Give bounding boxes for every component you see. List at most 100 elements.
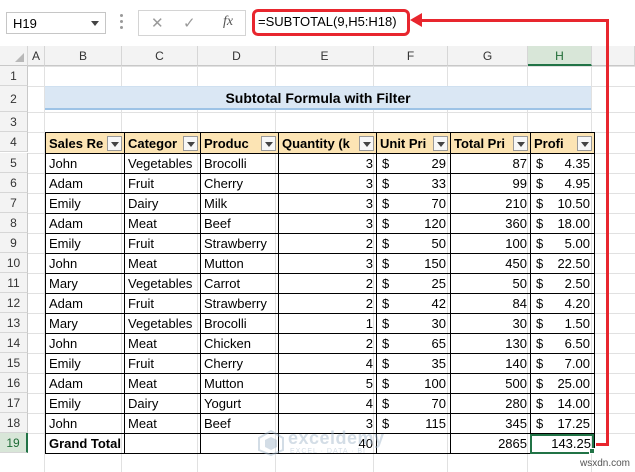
row-header-15[interactable]: 15 <box>0 353 28 373</box>
table-cell-currency[interactable]: $6.50 <box>529 333 595 354</box>
table-cell-currency[interactable]: $18.00 <box>529 213 595 234</box>
table-cell[interactable]: 84 <box>449 293 531 314</box>
table-cell[interactable]: 3 <box>277 253 377 274</box>
table-cell[interactable]: Mary <box>45 313 125 334</box>
table-cell-currency[interactable]: $10.50 <box>529 193 595 214</box>
insert-function-icon[interactable]: fx <box>223 14 233 30</box>
table-cell[interactable]: Emily <box>45 233 125 254</box>
row-header-9[interactable]: 9 <box>0 233 28 253</box>
table-cell[interactable]: Meat <box>123 333 201 354</box>
table-cell[interactable]: Vegetables <box>123 153 201 174</box>
fill-handle[interactable] <box>589 448 595 454</box>
table-cell-currency[interactable]: $22.50 <box>529 253 595 274</box>
table-cell[interactable]: Fruit <box>123 293 201 314</box>
table-cell[interactable]: Dairy <box>123 193 201 214</box>
row-header-16[interactable]: 16 <box>0 373 28 393</box>
table-cell-currency[interactable]: $5.00 <box>529 233 595 254</box>
sheet-title-cell[interactable]: Subtotal Formula with Filter <box>45 86 591 110</box>
filter-dropdown-icon[interactable] <box>512 136 528 151</box>
filter-dropdown-icon[interactable] <box>182 136 198 151</box>
column-header-d[interactable]: D <box>198 46 276 66</box>
table-cell-currency[interactable]: $29 <box>375 153 451 174</box>
table-cell[interactable]: 3 <box>277 213 377 234</box>
table-cell[interactable] <box>123 433 201 454</box>
table-cell[interactable]: Brocolli <box>199 313 279 334</box>
table-cell[interactable]: Strawberry <box>199 293 279 314</box>
table-cell[interactable]: 280 <box>449 393 531 414</box>
column-header-e[interactable]: E <box>276 46 374 66</box>
column-header-g[interactable]: G <box>448 46 528 66</box>
table-cell-currency[interactable]: $25.00 <box>529 373 595 394</box>
table-cell[interactable]: 3 <box>277 153 377 174</box>
row-header-1[interactable]: 1 <box>0 66 28 86</box>
table-cell-currency[interactable]: $30 <box>375 313 451 334</box>
row-header-12[interactable]: 12 <box>0 293 28 313</box>
table-cell[interactable]: John <box>45 413 125 434</box>
table-cell[interactable]: Fruit <box>123 233 201 254</box>
filter-dropdown-icon[interactable] <box>432 136 448 151</box>
row-header-10[interactable]: 10 <box>0 253 28 273</box>
table-cell[interactable]: 3 <box>277 173 377 194</box>
table-cell[interactable]: Beef <box>199 213 279 234</box>
chevron-down-icon[interactable] <box>91 21 99 26</box>
table-cell-currency[interactable]: $70 <box>375 393 451 414</box>
table-cell[interactable]: Adam <box>45 213 125 234</box>
table-cell-currency[interactable]: $70 <box>375 193 451 214</box>
table-cell-currency[interactable]: $100 <box>375 373 451 394</box>
name-box[interactable]: H19 <box>6 12 106 34</box>
table-cell[interactable]: Chicken <box>199 333 279 354</box>
table-cell[interactable]: John <box>45 333 125 354</box>
filter-dropdown-icon[interactable] <box>576 136 592 151</box>
table-cell-currency[interactable]: $150 <box>375 253 451 274</box>
row-header-4[interactable]: 4 <box>0 132 28 152</box>
filter-dropdown-icon[interactable] <box>106 136 122 151</box>
row-header-18[interactable]: 18 <box>0 413 28 433</box>
grand-total-label[interactable]: Grand Total <box>45 433 125 454</box>
table-cell[interactable]: John <box>45 253 125 274</box>
row-header-3[interactable]: 3 <box>0 112 28 132</box>
table-cell-currency[interactable]: $120 <box>375 213 451 234</box>
filter-dropdown-icon[interactable] <box>260 136 276 151</box>
table-cell[interactable]: 130 <box>449 333 531 354</box>
table-cell[interactable]: 210 <box>449 193 531 214</box>
table-cell-currency[interactable]: $42 <box>375 293 451 314</box>
select-all-corner[interactable] <box>0 46 28 66</box>
table-cell[interactable]: Mutton <box>199 253 279 274</box>
table-cell-currency[interactable]: $17.25 <box>529 413 595 434</box>
table-cell[interactable]: Cherry <box>199 173 279 194</box>
table-cell-currency[interactable]: $4.95 <box>529 173 595 194</box>
table-cell[interactable]: 4 <box>277 353 377 374</box>
table-cell[interactable]: 450 <box>449 253 531 274</box>
table-cell[interactable]: Fruit <box>123 173 201 194</box>
table-cell[interactable]: 100 <box>449 233 531 254</box>
table-cell[interactable]: 99 <box>449 173 531 194</box>
table-cell[interactable]: Milk <box>199 193 279 214</box>
table-cell-currency[interactable]: $25 <box>375 273 451 294</box>
table-cell[interactable]: 2 <box>277 233 377 254</box>
row-header-14[interactable]: 14 <box>0 333 28 353</box>
table-cell[interactable]: 2 <box>277 273 377 294</box>
table-cell[interactable]: 345 <box>449 413 531 434</box>
table-cell-currency[interactable]: $2.50 <box>529 273 595 294</box>
grand-total-profit[interactable]: 143.25 <box>529 433 595 454</box>
table-cell[interactable]: 140 <box>449 353 531 374</box>
table-cell-currency[interactable]: $65 <box>375 333 451 354</box>
table-cell[interactable]: 5 <box>277 373 377 394</box>
table-cell[interactable]: 360 <box>449 213 531 234</box>
table-cell[interactable]: Meat <box>123 373 201 394</box>
table-cell[interactable]: Carrot <box>199 273 279 294</box>
table-cell[interactable]: Vegetables <box>123 273 201 294</box>
table-cell[interactable]: Adam <box>45 293 125 314</box>
row-header-2[interactable]: 2 <box>0 86 28 112</box>
table-cell[interactable]: Meat <box>123 253 201 274</box>
table-cell[interactable]: Meat <box>123 213 201 234</box>
table-cell-currency[interactable]: $14.00 <box>529 393 595 414</box>
table-cell[interactable]: Strawberry <box>199 233 279 254</box>
table-cell-currency[interactable]: $35 <box>375 353 451 374</box>
table-cell-currency[interactable]: $4.20 <box>529 293 595 314</box>
column-header-b[interactable]: B <box>45 46 122 66</box>
table-cell[interactable]: 2 <box>277 333 377 354</box>
table-cell[interactable]: Adam <box>45 373 125 394</box>
check-icon[interactable]: ✓ <box>183 14 196 32</box>
table-cell[interactable]: Emily <box>45 353 125 374</box>
